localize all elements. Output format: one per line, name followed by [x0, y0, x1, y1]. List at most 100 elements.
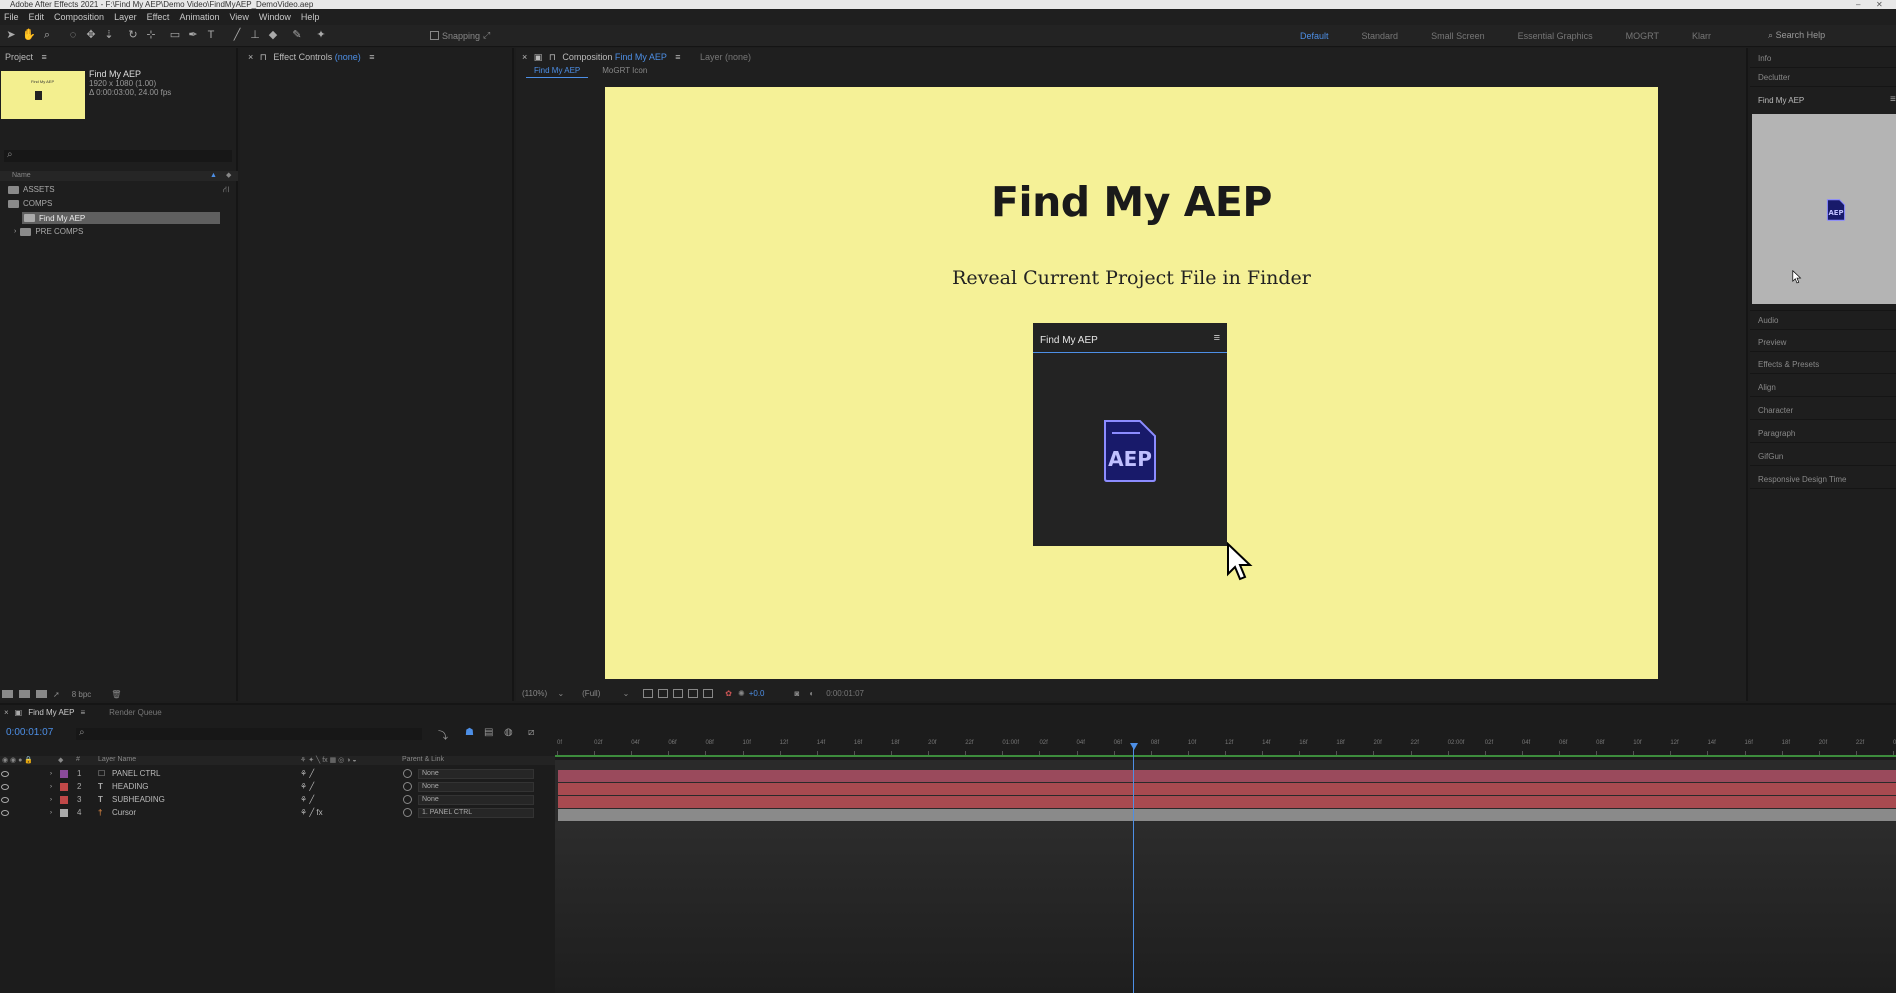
- responsive-design-time-panel-tab[interactable]: Responsive Design Time: [1758, 475, 1846, 484]
- menu-edit[interactable]: Edit: [29, 12, 45, 22]
- panel-menu-icon[interactable]: ≡: [80, 708, 85, 717]
- layer-name[interactable]: HEADING: [112, 782, 148, 791]
- panel-menu-icon[interactable]: ≡: [42, 52, 47, 62]
- eraser-tool-icon[interactable]: ◆: [266, 28, 280, 42]
- tree-folder-pre-comps[interactable]: › PRE COMPS: [14, 227, 83, 236]
- exposure-reset-icon[interactable]: ✺: [738, 689, 745, 698]
- layer-bar[interactable]: [558, 783, 1896, 795]
- workspace-mogrt[interactable]: MOGRT: [1626, 31, 1659, 41]
- puppet-tool-icon[interactable]: ✦: [314, 28, 328, 42]
- parent-column-label[interactable]: Parent & Link: [402, 756, 444, 763]
- resolution-dropdown[interactable]: (Full) ⌄: [582, 689, 629, 698]
- motion-blur-icon[interactable]: ◍: [504, 727, 513, 738]
- gifgun-panel-tab[interactable]: GifGun: [1758, 452, 1783, 461]
- dolly-tool-icon[interactable]: ⇣: [102, 28, 116, 42]
- declutter-panel-tab[interactable]: Declutter: [1758, 73, 1790, 82]
- parent-dropdown[interactable]: None: [418, 794, 534, 805]
- anchor-tool-icon[interactable]: ⊹: [144, 28, 158, 42]
- grid-guides-icon[interactable]: [703, 688, 714, 698]
- timeline-comp-tab[interactable]: Find My AEP: [28, 708, 74, 717]
- label-color-swatch[interactable]: [60, 795, 68, 804]
- menu-effect[interactable]: Effect: [147, 12, 170, 22]
- pick-whip-icon[interactable]: [403, 795, 412, 804]
- workspace-default[interactable]: Default: [1300, 31, 1329, 41]
- chevron-right-icon[interactable]: ›: [14, 228, 16, 235]
- eye-icon[interactable]: [1, 809, 9, 816]
- layer-row[interactable]: › 3 T SUBHEADING ⚘ ╱ None: [0, 793, 555, 806]
- tree-comp-find-my-aep[interactable]: Find My AEP: [22, 212, 220, 224]
- roto-brush-icon[interactable]: ✎: [290, 28, 304, 42]
- playhead-line[interactable]: [1133, 743, 1134, 993]
- draft-3d-icon[interactable]: ⤵: [438, 727, 448, 742]
- new-composition-icon[interactable]: [36, 690, 47, 698]
- layer-name[interactable]: PANEL CTRL: [112, 769, 160, 778]
- bpc-label[interactable]: 8 bpc: [72, 690, 92, 699]
- name-column-label[interactable]: Name: [12, 172, 31, 179]
- label-tag-icon[interactable]: ◆: [226, 171, 231, 181]
- search-help[interactable]: ⌕ Search Help: [1768, 30, 1825, 41]
- clone-stamp-icon[interactable]: ⊥: [248, 28, 262, 42]
- close-icon[interactable]: ✕: [1876, 0, 1883, 9]
- aep-file-icon[interactable]: AEP: [1826, 199, 1846, 221]
- menu-window[interactable]: Window: [259, 12, 291, 22]
- lock-icon[interactable]: ⊓: [260, 52, 267, 62]
- layer-bar[interactable]: [558, 770, 1896, 782]
- workspace-standard[interactable]: Standard: [1362, 31, 1399, 41]
- menu-animation[interactable]: Animation: [179, 12, 219, 22]
- panel-menu-icon[interactable]: ≡: [675, 52, 680, 62]
- snapping-toggle[interactable]: Snapping ⤢: [430, 30, 490, 41]
- exposure-value[interactable]: +0.0: [749, 689, 765, 698]
- menu-composition[interactable]: Composition: [54, 12, 104, 22]
- shy-layers-icon[interactable]: ☗: [465, 727, 474, 738]
- layer-row[interactable]: › 4 † Cursor ⚘ ╱ fx 1. PANEL CTRL: [0, 806, 555, 819]
- transparency-grid-icon[interactable]: [658, 688, 669, 698]
- render-queue-tab[interactable]: Render Queue: [109, 708, 161, 717]
- layer-bar[interactable]: [558, 809, 1896, 821]
- sort-arrow-icon[interactable]: ▲: [210, 171, 217, 181]
- paragraph-panel-tab[interactable]: Paragraph: [1758, 429, 1795, 438]
- layer-tracks[interactable]: [555, 760, 1896, 993]
- layer-switches[interactable]: ⚘ ╱: [300, 795, 314, 804]
- layer-name[interactable]: SUBHEADING: [112, 795, 165, 804]
- tree-folder-assets[interactable]: ASSETS: [8, 185, 55, 194]
- pick-whip-icon[interactable]: [403, 808, 412, 817]
- effect-controls-tab[interactable]: × ⊓ Effect Controls (none) ≡: [248, 52, 375, 63]
- layer-row[interactable]: › 2 T HEADING ⚘ ╱ None: [0, 780, 555, 793]
- timeline-current-time[interactable]: 0:00:01:07: [6, 727, 53, 738]
- orbit-tool-icon[interactable]: ◌: [66, 28, 80, 42]
- flowchart-icon[interactable]: ⛙: [223, 184, 229, 196]
- pick-whip-icon[interactable]: [403, 769, 412, 778]
- preview-panel-tab[interactable]: Preview: [1758, 338, 1786, 347]
- chevron-right-icon[interactable]: ›: [50, 810, 52, 816]
- label-color-swatch[interactable]: [60, 782, 68, 791]
- menu-file[interactable]: File: [4, 12, 19, 22]
- label-color-swatch[interactable]: [60, 808, 68, 817]
- layer-row[interactable]: › 1 ☐ PANEL CTRL ⚘ ╱ None: [0, 767, 555, 780]
- menu-help[interactable]: Help: [301, 12, 320, 22]
- parent-dropdown[interactable]: None: [418, 768, 534, 779]
- layer-name[interactable]: Cursor: [112, 808, 136, 817]
- effects-presets-panel-tab[interactable]: Effects & Presets: [1758, 360, 1819, 369]
- trash-icon[interactable]: 🗑: [111, 690, 121, 699]
- brush-tool-icon[interactable]: ╱: [230, 28, 244, 42]
- fast-preview-icon[interactable]: [643, 688, 654, 698]
- eye-icon[interactable]: [1, 796, 9, 803]
- chevron-right-icon[interactable]: ›: [50, 797, 52, 803]
- region-of-interest-icon[interactable]: [688, 688, 699, 698]
- new-folder-icon[interactable]: [19, 690, 30, 698]
- tree-folder-comps[interactable]: COMPS: [8, 199, 52, 208]
- mask-visibility-icon[interactable]: [673, 688, 684, 698]
- rectangle-tool-icon[interactable]: ▭: [168, 28, 182, 42]
- eye-icon[interactable]: [1, 783, 9, 790]
- close-icon[interactable]: ×: [4, 708, 9, 717]
- graph-editor-icon[interactable]: ⧄: [528, 727, 534, 738]
- work-area-bar[interactable]: [555, 755, 1896, 757]
- character-panel-tab[interactable]: Character: [1758, 406, 1793, 415]
- panel-menu-icon[interactable]: ≡: [369, 52, 374, 62]
- find-my-aep-panel-tab[interactable]: Find My AEP: [1758, 96, 1804, 105]
- selection-tool-icon[interactable]: ➤: [4, 28, 18, 42]
- timeline-search-input[interactable]: ⌕: [76, 727, 422, 740]
- show-snapshot-icon[interactable]: ◐: [809, 689, 814, 698]
- frame-blending-icon[interactable]: ▤: [484, 727, 493, 738]
- playhead-handle[interactable]: [1130, 743, 1138, 750]
